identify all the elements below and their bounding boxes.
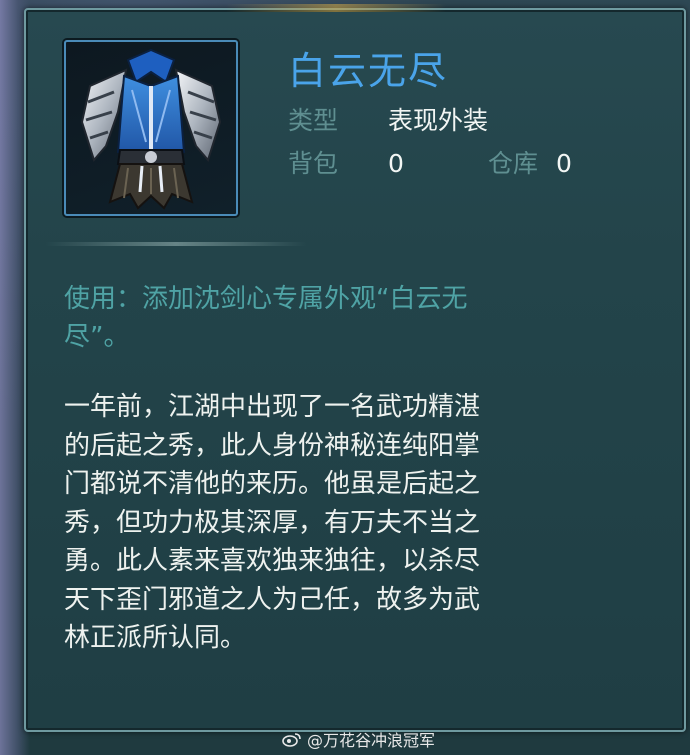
lore-line: 林正派所认同。 (64, 623, 247, 653)
lore-line: 勇。此人素来喜欢独来独往，以杀尽 (64, 546, 481, 576)
lore-line: 的后起之秀，此人身份神秘连纯阳掌 (64, 430, 481, 461)
lore-line: 秀，但功力极其深厚，有万夫不当之 (64, 507, 481, 538)
bag-count: 0 (387, 149, 404, 178)
armor-costume-icon (80, 48, 222, 210)
section-divider (46, 242, 306, 246)
type-label: 类型 (288, 106, 339, 135)
weibo-watermark: @万花谷冲浪冠军 (282, 727, 435, 751)
item-name: 白云无尽 (288, 49, 449, 93)
type-row: 类型 表现外装 (288, 101, 488, 137)
warehouse-label: 仓库 (488, 149, 539, 178)
weibo-icon (282, 733, 301, 747)
lore-line: 一年前，江湖中出现了一名武功精湛 (64, 392, 481, 422)
bag-row: 背包 0 (288, 144, 404, 180)
bag-label: 背包 (288, 149, 339, 178)
lore-line: 门都说不清他的来历。他虽是后起之 (64, 469, 481, 499)
usage-line: 尽”。 (64, 322, 130, 352)
warehouse-count: 0 (555, 149, 572, 178)
lore-text: 一年前，江湖中出现了一名武功精湛 的后起之秀，此人身份神秘连纯阳掌 门都说不清他… (64, 388, 668, 658)
lore-line: 天下歪门邪道之人为己任，故多为武 (64, 584, 481, 615)
panel-top-accent (226, 4, 446, 12)
usage-line: 使用：添加沈剑心专属外观“白云无 (64, 284, 468, 314)
usage-description: 使用：添加沈剑心专属外观“白云无 尽”。 (64, 280, 664, 356)
item-icon-frame[interactable] (64, 40, 238, 216)
warehouse-row: 仓库 0 (488, 144, 572, 180)
watermark-text: @万花谷冲浪冠军 (307, 731, 436, 750)
type-value: 表现外装 (387, 106, 488, 135)
item-tooltip-panel: 白云无尽 类型 表现外装 背包 0 仓库 0 使用：添加沈剑心专属外观“白云无 … (24, 4, 686, 732)
